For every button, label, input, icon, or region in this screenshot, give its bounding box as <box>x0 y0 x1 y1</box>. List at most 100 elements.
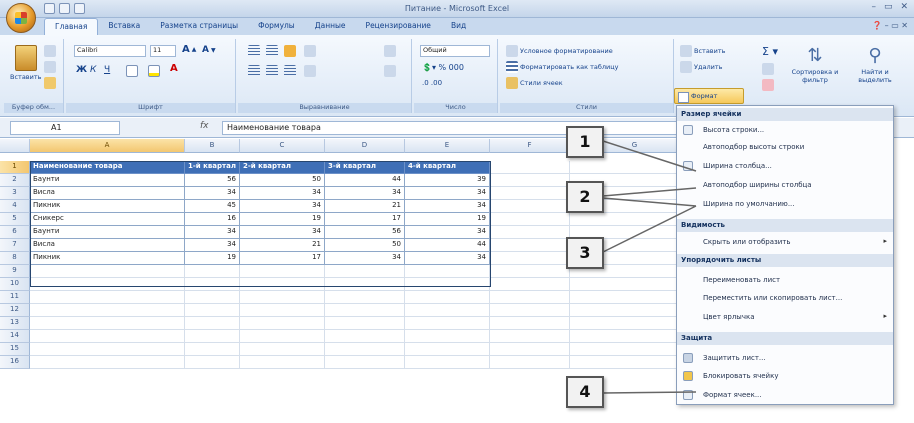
empty-cell[interactable] <box>490 317 570 330</box>
menu-item-tab-color[interactable]: Цвет ярлычка ▸ <box>677 309 893 325</box>
empty-cell[interactable] <box>490 174 570 187</box>
product-name-cell[interactable]: Баунти <box>30 226 185 239</box>
empty-cell[interactable] <box>490 356 570 369</box>
cut-icon[interactable] <box>44 45 56 57</box>
row-header-15[interactable]: 15 <box>0 343 30 356</box>
format-dropdown-button[interactable]: Формат <box>674 88 744 104</box>
product-name-cell[interactable]: Сникерс <box>30 213 185 226</box>
empty-cell[interactable] <box>490 291 570 304</box>
empty-cell[interactable] <box>30 304 185 317</box>
menu-item-row-height[interactable]: Высота строки... <box>677 122 893 138</box>
empty-cell[interactable] <box>325 343 405 356</box>
indent-icon[interactable] <box>304 65 316 77</box>
fill-icon[interactable] <box>762 63 774 75</box>
row-header-4[interactable]: 4 <box>0 200 30 213</box>
product-name-cell[interactable]: Пикник <box>30 200 185 213</box>
font-size-select[interactable]: 11 <box>150 45 176 57</box>
tab-review[interactable]: Рецензирование <box>356 18 441 35</box>
grow-font-icon[interactable]: A ▲ <box>182 44 196 55</box>
fill-color-icon[interactable] <box>148 65 160 77</box>
empty-cell[interactable] <box>185 304 240 317</box>
tab-data[interactable]: Данные <box>305 18 356 35</box>
row-header-1[interactable]: 1 <box>0 161 30 174</box>
empty-cell[interactable] <box>490 330 570 343</box>
column-header-d[interactable]: D <box>325 139 405 153</box>
empty-cell[interactable] <box>240 278 325 291</box>
empty-cell[interactable] <box>405 265 490 278</box>
format-as-table-button[interactable]: Форматировать как таблицу <box>506 61 619 73</box>
empty-cell[interactable] <box>185 291 240 304</box>
delete-cells-button[interactable]: Удалить <box>680 61 722 73</box>
empty-cell[interactable] <box>405 330 490 343</box>
empty-cell[interactable] <box>240 330 325 343</box>
empty-cell[interactable] <box>325 356 405 369</box>
italic-icon[interactable]: К <box>90 65 96 75</box>
empty-cell[interactable] <box>490 239 570 252</box>
paste-button[interactable]: Вставить <box>10 45 41 81</box>
office-button[interactable] <box>6 3 36 33</box>
empty-cell[interactable] <box>240 317 325 330</box>
menu-item-default-width[interactable]: Ширина по умолчанию... <box>677 196 893 212</box>
empty-cell[interactable] <box>490 200 570 213</box>
formula-input[interactable]: Наименование товара <box>222 121 677 135</box>
empty-cell[interactable] <box>325 265 405 278</box>
empty-cell[interactable] <box>185 278 240 291</box>
quarter-value-cell[interactable]: 19 <box>405 213 490 226</box>
quarter-value-cell[interactable]: 21 <box>240 239 325 252</box>
font-name-select[interactable]: Calibri <box>74 45 146 57</box>
tab-insert[interactable]: Вставка <box>98 18 150 35</box>
find-select-button[interactable]: ⚲ Найти и выделить <box>850 45 900 84</box>
clear-icon[interactable] <box>762 79 774 91</box>
quarter-value-cell[interactable]: 50 <box>240 174 325 187</box>
menu-item-protect-sheet[interactable]: Защитить лист... <box>677 350 893 366</box>
column-header-a[interactable]: A <box>30 139 185 153</box>
empty-cell[interactable] <box>185 343 240 356</box>
empty-cell[interactable] <box>405 291 490 304</box>
empty-cell[interactable] <box>240 291 325 304</box>
row-header-8[interactable]: 8 <box>0 252 30 265</box>
quarter-value-cell[interactable]: 56 <box>185 174 240 187</box>
product-name-cell[interactable]: Баунти <box>30 174 185 187</box>
empty-cell[interactable] <box>490 187 570 200</box>
conditional-format-button[interactable]: Условное форматирование <box>506 45 613 57</box>
empty-cell[interactable] <box>490 304 570 317</box>
menu-item-column-width[interactable]: Ширина столбца... <box>677 158 893 174</box>
tab-home[interactable]: Главная <box>44 18 99 35</box>
name-box[interactable]: A1 <box>10 121 120 135</box>
empty-cell[interactable] <box>405 304 490 317</box>
empty-cell[interactable] <box>490 213 570 226</box>
empty-cell[interactable] <box>490 161 570 174</box>
minimize-button[interactable]: – <box>871 2 876 12</box>
underline-icon[interactable]: Ч <box>104 65 110 75</box>
menu-item-lock-cell[interactable]: Блокировать ячейку <box>677 368 893 384</box>
autosum-icon[interactable]: Σ ▾ <box>762 45 778 58</box>
row-header-7[interactable]: 7 <box>0 239 30 252</box>
quarter-value-cell[interactable]: 16 <box>185 213 240 226</box>
column-header-b[interactable]: B <box>185 139 240 153</box>
empty-cell[interactable] <box>240 265 325 278</box>
row-header-11[interactable]: 11 <box>0 291 30 304</box>
row-header-3[interactable]: 3 <box>0 187 30 200</box>
quarter-value-cell[interactable]: 34 <box>240 200 325 213</box>
quarter-value-cell[interactable]: 34 <box>405 252 490 265</box>
tab-view[interactable]: Вид <box>441 18 476 35</box>
quarter-value-cell[interactable]: 34 <box>185 239 240 252</box>
quarter-value-cell[interactable]: 50 <box>325 239 405 252</box>
row-header-10[interactable]: 10 <box>0 278 30 291</box>
font-color-icon[interactable]: A <box>170 63 178 74</box>
empty-cell[interactable] <box>240 304 325 317</box>
align-top-icon[interactable] <box>248 45 260 57</box>
quarter-value-cell[interactable]: 17 <box>325 213 405 226</box>
product-name-cell[interactable]: Пикник <box>30 252 185 265</box>
menu-item-autofit-column[interactable]: Автоподбор ширины столбца <box>677 177 893 193</box>
bold-icon[interactable]: Ж <box>76 65 87 75</box>
empty-cell[interactable] <box>490 265 570 278</box>
product-name-cell[interactable]: Висла <box>30 239 185 252</box>
tab-page-layout[interactable]: Разметка страницы <box>150 18 248 35</box>
wrap-text-icon[interactable] <box>384 45 396 57</box>
quarter-value-cell[interactable]: 34 <box>405 187 490 200</box>
empty-cell[interactable] <box>490 278 570 291</box>
empty-cell[interactable] <box>325 291 405 304</box>
help-icon[interactable]: ❓ – ▭ ✕ <box>872 21 908 30</box>
quarter-value-cell[interactable]: 56 <box>325 226 405 239</box>
